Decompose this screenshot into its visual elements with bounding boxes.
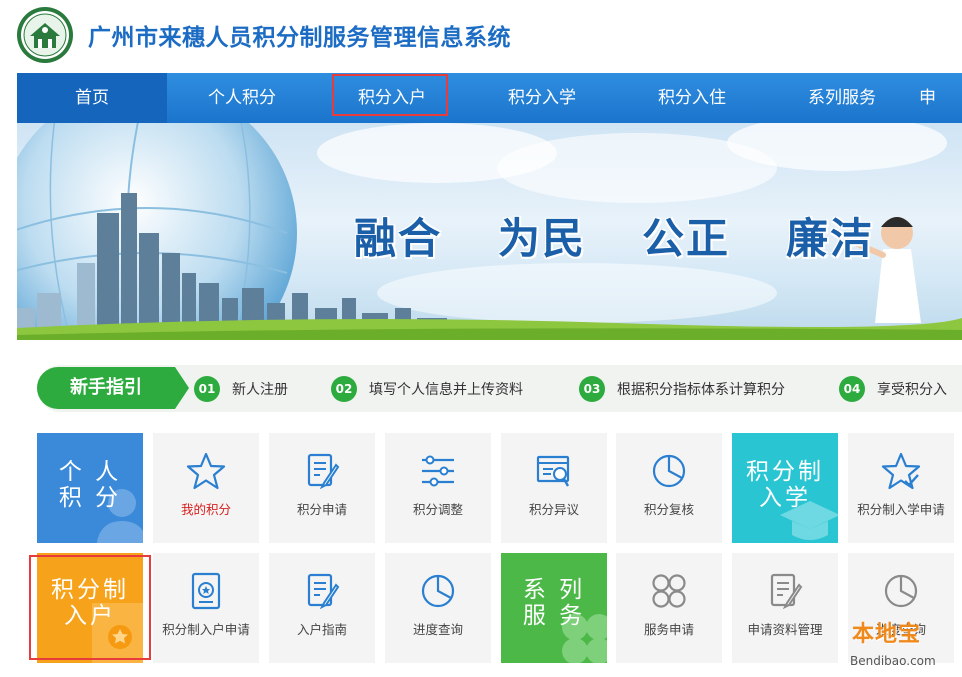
document-search-icon [536, 455, 570, 487]
step-label: 根据积分指标体系计算积分 [617, 382, 785, 398]
nav-home[interactable]: 首页 [17, 73, 167, 123]
tile-category-title: 系 列 服 务 [522, 577, 586, 629]
tile-points-review[interactable]: 积分复核 [616, 433, 722, 543]
tile-hukou-guide[interactable]: 入户指南 [269, 553, 375, 663]
nav-highlight-frame [332, 74, 448, 116]
four-circles-icon [652, 574, 686, 608]
guide-step-4[interactable]: 04 享受积分入 [839, 376, 947, 402]
tile-material-manage[interactable]: 申请资料管理 [732, 553, 838, 663]
tile-label: 积分复核 [643, 502, 694, 517]
bendibao-watermark: 本地宝 Bendibao.com [842, 612, 962, 677]
step-number: 01 [194, 376, 220, 402]
pie-chart-icon [652, 454, 686, 488]
tile-highlight-frame [29, 555, 151, 660]
tile-points-school-category[interactable]: 积分制 入学 [732, 433, 838, 543]
sliders-icon [422, 455, 454, 487]
tile-label: 积分申请 [296, 502, 347, 517]
step-number: 03 [579, 376, 605, 402]
guide-step-1[interactable]: 01 新人注册 [194, 376, 288, 402]
edit-document-icon [770, 573, 803, 610]
main-nav: 首页 个人积分 积分入户 积分入学 积分入住 系列服务 申 [17, 73, 962, 123]
pie-chart-icon [421, 574, 455, 608]
nav-points-housing[interactable]: 积分入住 [617, 73, 767, 123]
site-title: 广州市来穗人员积分制服务管理信息系统 [88, 25, 511, 51]
star-check-icon [881, 452, 921, 490]
guide-step-2[interactable]: 02 填写个人信息并上传资料 [331, 376, 523, 402]
tile-label: 积分异议 [528, 502, 579, 517]
watermark-brand: 本地宝 [852, 622, 922, 647]
nav-points-school[interactable]: 积分入学 [467, 73, 617, 123]
tile-label: 入户指南 [296, 622, 347, 637]
tile-label: 我的积分 [180, 502, 231, 517]
tile-label: 申请资料管理 [747, 622, 823, 637]
step-number: 02 [331, 376, 357, 402]
slogan-for-people: 为民 [498, 214, 587, 263]
tile-service-apply[interactable]: 服务申请 [616, 553, 722, 663]
step-label: 填写个人信息并上传资料 [369, 382, 523, 398]
tile-series-services-category[interactable]: 系 列 服 务 [501, 553, 607, 663]
edit-document-icon [307, 573, 340, 610]
edit-document-icon [307, 453, 340, 490]
tile-my-points[interactable]: 我的积分 [153, 433, 259, 543]
tile-label: 进度查询 [412, 622, 463, 637]
watermark-url: Bendibao.com [850, 654, 936, 668]
tile-label: 积分调整 [412, 502, 463, 517]
tile-hukou-apply[interactable]: 积分制入户申请 [153, 553, 259, 663]
tile-category-title: 积分制 入学 [746, 459, 824, 511]
newbie-guide-badge: 新手指引 [37, 367, 189, 409]
tile-personal-points-category[interactable]: 个 人 积 分 [37, 433, 143, 543]
tile-points-adjust[interactable]: 积分调整 [385, 433, 491, 543]
nav-apply-truncated[interactable]: 申 [917, 73, 962, 123]
slogan-integration: 融合 [354, 214, 443, 263]
nav-series-services[interactable]: 系列服务 [767, 73, 917, 123]
slogan-fairness: 公正 [642, 214, 731, 263]
slogan-integrity: 廉洁 [786, 214, 875, 263]
nav-personal-points[interactable]: 个人积分 [167, 73, 317, 123]
step-label: 新人注册 [232, 382, 288, 398]
tile-points-school-apply[interactable]: 积分制入学申请 [848, 433, 954, 543]
tile-points-apply[interactable]: 积分申请 [269, 433, 375, 543]
step-label: 享受积分入 [877, 382, 947, 398]
star-icon [186, 452, 226, 490]
tile-progress-query[interactable]: 进度查询 [385, 553, 491, 663]
header: 广州市来穗人员积分制服务管理信息系统 [0, 0, 962, 72]
guide-step-3[interactable]: 03 根据积分指标体系计算积分 [579, 376, 785, 402]
tile-label: 积分制入户申请 [162, 622, 250, 637]
hero-banner: 融合 为民 公正 廉洁 [17, 123, 962, 340]
tile-label: 服务申请 [643, 622, 694, 637]
certificate-icon [191, 572, 221, 610]
emblem-logo-icon [17, 7, 73, 63]
step-number: 04 [839, 376, 865, 402]
tile-category-title: 个 人 积 分 [58, 459, 122, 511]
pie-chart-icon [884, 574, 918, 608]
tile-label: 积分制入学申请 [857, 502, 945, 517]
banner-slogans: 融合 为民 公正 廉洁 [354, 205, 874, 266]
tile-points-dispute[interactable]: 积分异议 [501, 433, 607, 543]
